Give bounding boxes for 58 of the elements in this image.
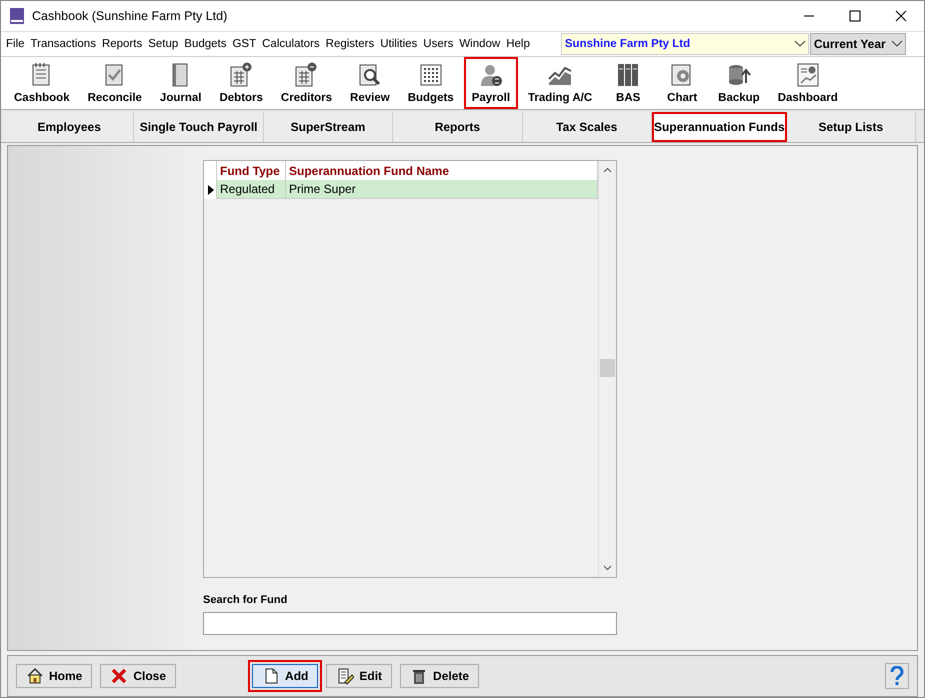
menu-item[interactable]: Utilities xyxy=(377,38,420,50)
scroll-up-icon[interactable] xyxy=(603,167,612,173)
table-cell: Prime Super xyxy=(286,180,598,199)
toolbar-button[interactable]: Chart xyxy=(656,57,708,109)
field-label: Search for Fund xyxy=(203,594,288,606)
tab[interactable]: Superannuation Funds xyxy=(652,112,787,142)
tab[interactable]: SuperStream xyxy=(264,112,394,142)
toolbar-button[interactable]: Budgets xyxy=(400,57,462,109)
toolbar-button[interactable]: Creditors xyxy=(272,57,340,109)
toolbar-button[interactable]: Journal xyxy=(152,57,210,109)
toolbar-button[interactable]: Trading A/C xyxy=(520,57,600,109)
toolbar-button[interactable]: Dashboard xyxy=(770,57,846,109)
tab[interactable]: Tax Scales xyxy=(522,112,652,142)
window-title: Cashbook (Sunshine Farm Pty Ltd) xyxy=(32,9,228,23)
document-pencil-icon xyxy=(336,667,354,685)
toolbar-button[interactable]: Backup xyxy=(710,57,768,109)
row-pointer-icon xyxy=(208,184,214,194)
menu-item[interactable]: Budgets xyxy=(181,38,230,50)
toolbar-button[interactable]: Payroll xyxy=(464,57,518,109)
table-cell: Regulated xyxy=(217,180,286,199)
year-dropdown[interactable]: Current Year xyxy=(810,33,906,55)
menu-item[interactable]: Users xyxy=(420,38,456,50)
menu-item[interactable]: Transactions xyxy=(28,38,99,50)
toolbar-button[interactable]: Review xyxy=(342,57,398,109)
house-icon xyxy=(26,667,44,685)
app-logo-icon xyxy=(10,8,24,24)
company-dropdown[interactable]: Sunshine Farm Pty Ltd xyxy=(560,33,809,55)
tab[interactable]: Single Touch Payroll xyxy=(134,112,264,142)
toolbar-button[interactable]: Reconcile xyxy=(80,57,150,109)
footer-button[interactable]: Edit xyxy=(326,664,392,688)
toolbar-button[interactable]: BAS xyxy=(602,57,654,109)
scrollbar[interactable] xyxy=(598,161,616,577)
menu-item[interactable]: Registers xyxy=(322,38,378,50)
scroll-down-icon[interactable] xyxy=(603,565,612,571)
footer-button[interactable]: Close xyxy=(100,664,176,688)
help-button[interactable] xyxy=(885,663,909,689)
scroll-thumb[interactable] xyxy=(600,359,615,377)
menu-item[interactable]: GST xyxy=(229,38,260,50)
toolbar-button[interactable]: Cashbook xyxy=(6,57,78,109)
footer-button[interactable]: Home xyxy=(16,664,92,688)
menu-item[interactable]: Help xyxy=(503,38,533,50)
maximize-icon[interactable] xyxy=(849,10,861,22)
menu-item[interactable]: Setup xyxy=(145,38,182,50)
tab[interactable]: Setup Lists xyxy=(786,112,916,142)
question-mark-icon xyxy=(890,666,904,686)
menu-item[interactable]: Calculators xyxy=(259,38,323,50)
cross-icon xyxy=(110,667,128,685)
menu-item[interactable]: Reports xyxy=(98,38,146,50)
close-icon[interactable] xyxy=(895,10,907,22)
search-field[interactable] xyxy=(203,612,617,635)
footer-button[interactable]: Delete xyxy=(400,664,480,688)
menu-item[interactable]: File xyxy=(3,38,28,50)
chevron-icon xyxy=(794,40,806,48)
toolbar-button[interactable]: Debtors xyxy=(211,57,271,109)
tab[interactable]: Reports xyxy=(393,112,523,142)
tab[interactable]: Employees xyxy=(5,112,134,142)
menu-item[interactable]: Window xyxy=(456,38,504,50)
chevron-icon xyxy=(890,40,903,48)
